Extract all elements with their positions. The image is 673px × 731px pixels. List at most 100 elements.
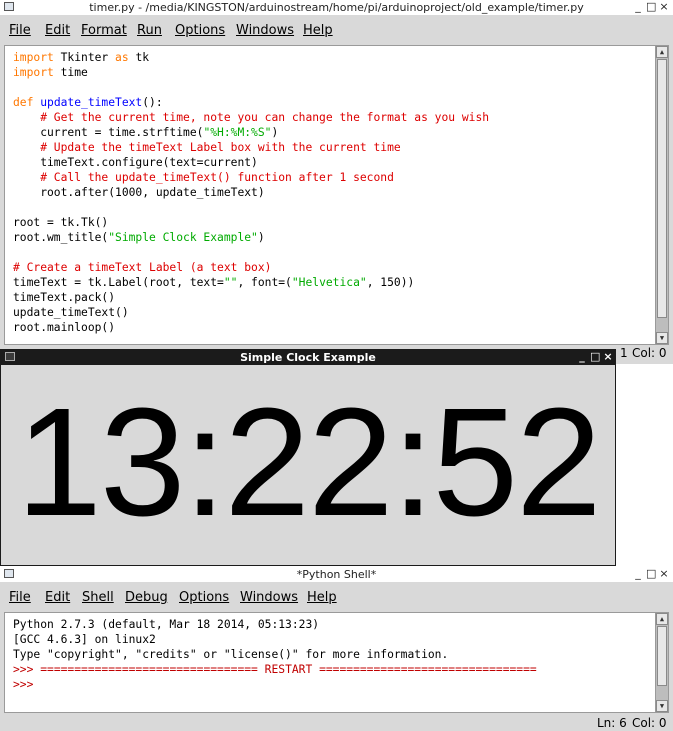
code-line-token: root = tk.Tk()	[13, 216, 109, 229]
minimize-icon[interactable]: _	[577, 350, 587, 364]
code-line-token: timeText.pack()	[13, 291, 116, 304]
close-icon[interactable]: ×	[659, 567, 669, 581]
code-line: timeText.configure(text=current)	[13, 155, 258, 170]
code-line-token: timeText = tk.Label(root, text=	[13, 276, 224, 289]
shell-line-token: Python 2.7.3 (default, Mar 18 2014, 05:1…	[13, 618, 320, 631]
code-line: # Create a timeText Label (a text box)	[13, 260, 271, 275]
editor-window-title: timer.py - /media/KINGSTON/arduinostream…	[89, 1, 584, 14]
menu-debug-label: Debug	[125, 590, 168, 605]
menu-help-label: Help	[307, 590, 337, 605]
shell-line-token: Type "copyright", "credits" or "license(…	[13, 648, 449, 661]
code-line-token: # Get the current time, note you can cha…	[13, 111, 490, 124]
shell-scroll-thumb[interactable]	[657, 626, 667, 686]
shell-titlebar[interactable]: *Python Shell* _ □ ×	[0, 567, 673, 582]
shell-line-token: >>>	[13, 678, 41, 691]
scroll-up-icon[interactable]: ▲	[656, 613, 668, 625]
menu-help-label: Help	[303, 23, 333, 38]
window-icon[interactable]	[4, 569, 14, 578]
editor-scrollbar[interactable]: ▲ ▼	[655, 46, 668, 344]
code-line-token: "Simple Clock Example"	[108, 231, 258, 244]
shell-line: >>> ================================ RES…	[13, 662, 537, 677]
code-line-token: root.wm_title(	[13, 231, 109, 244]
minimize-icon[interactable]: _	[633, 0, 643, 14]
code-line-token: import	[13, 51, 54, 64]
code-line-token: )	[257, 231, 265, 244]
code-line-token: , 150))	[366, 276, 415, 289]
shell-line-token: ================================ RESTART…	[40, 663, 537, 676]
scroll-up-icon[interactable]: ▲	[656, 46, 668, 58]
code-line-token: )	[271, 126, 279, 139]
code-line-token: root.mainloop()	[13, 321, 116, 334]
code-line: import time	[13, 65, 88, 80]
editor-line-status: 1	[620, 346, 628, 360]
code-line: root.after(1000, update_timeText)	[13, 185, 265, 200]
editor-col-status: Col: 0	[632, 346, 667, 360]
menu-shell-label: Shell	[82, 590, 114, 605]
window-icon[interactable]	[4, 2, 14, 11]
menu-options-label: Options	[179, 590, 230, 605]
code-line-token: root.after(1000, update_timeText)	[13, 186, 265, 199]
menu-file-label: File	[9, 23, 31, 38]
code-line: # Get the current time, note you can cha…	[13, 110, 489, 125]
shell-line-status: Ln: 6	[597, 716, 627, 730]
menu-edit-label: Edit	[45, 23, 71, 38]
code-line-token: update_timeText()	[13, 306, 129, 319]
code-line: # Update the timeText Label box with the…	[13, 140, 400, 155]
menu-run-label: Run	[137, 23, 162, 38]
code-line: current = time.strftime("%H:%M:%S")	[13, 125, 278, 140]
code-line-token: current = time.strftime(	[13, 126, 204, 139]
menu-windows-label: Windows	[236, 23, 295, 38]
code-line-token: as	[115, 51, 129, 64]
scroll-down-icon[interactable]: ▼	[656, 332, 668, 344]
shell-line-token: [GCC 4.6.3] on linux2	[13, 633, 156, 646]
clock-time-label: 13:22:52	[16, 376, 601, 548]
code-line-token: , font=(	[237, 276, 292, 289]
shell-line: [GCC 4.6.3] on linux2	[13, 632, 156, 647]
shell-line-token: >>>	[13, 663, 41, 676]
shell-line: Type "copyright", "credits" or "license(…	[13, 647, 448, 662]
minimize-icon[interactable]: _	[633, 567, 643, 581]
window-icon[interactable]	[5, 352, 15, 361]
close-icon[interactable]: ×	[603, 350, 613, 364]
clock-window: Simple Clock Example _ □ × 13:22:52	[0, 349, 616, 566]
shell-line: Python 2.7.3 (default, Mar 18 2014, 05:1…	[13, 617, 319, 632]
code-line: timeText.pack()	[13, 290, 115, 305]
code-line: update_timeText()	[13, 305, 129, 320]
clock-window-title: Simple Clock Example	[240, 351, 376, 364]
menu-windows-label: Windows	[240, 590, 299, 605]
editor-scroll-thumb[interactable]	[657, 59, 667, 318]
maximize-icon[interactable]: □	[646, 567, 656, 581]
scroll-down-icon[interactable]: ▼	[656, 700, 668, 712]
code-line-token: # Create a timeText Label (a text box)	[13, 261, 272, 274]
close-icon[interactable]: ×	[659, 0, 669, 14]
code-line-token: Tkinter	[53, 51, 116, 64]
shell-col-status: Col: 0	[632, 716, 667, 730]
code-line-token: ():	[142, 96, 163, 109]
shell-console[interactable]: ▲ ▼ Python 2.7.3 (default, Mar 18 2014, …	[4, 612, 669, 713]
maximize-icon[interactable]: □	[590, 350, 600, 364]
shell-scrollbar[interactable]: ▲ ▼	[655, 613, 668, 712]
code-line: import Tkinter as tk	[13, 50, 149, 65]
code-line-token: "%H:%M:%S"	[203, 126, 272, 139]
code-line-token: timeText.configure(text=current)	[13, 156, 258, 169]
code-line: # Call the update_timeText() function af…	[13, 170, 394, 185]
code-line: def update_timeText():	[13, 95, 163, 110]
code-editor[interactable]: ▲ ▼ import Tkinter as tk import time def u…	[4, 45, 669, 345]
code-line-token: time	[53, 66, 88, 79]
editor-window: timer.py - /media/KINGSTON/arduinostream…	[0, 0, 673, 364]
code-line: root.wm_title("Simple Clock Example")	[13, 230, 265, 245]
code-line-token: import	[13, 66, 54, 79]
code-line-token: tk	[128, 51, 150, 64]
shell-window: *Python Shell* _ □ × File Edit Shell Deb…	[0, 567, 673, 731]
code-line-token: # Call the update_timeText() function af…	[13, 171, 394, 184]
menu-file-label: File	[9, 590, 31, 605]
code-line-token: "Helvetica"	[291, 276, 367, 289]
menu-edit-label: Edit	[45, 590, 71, 605]
clock-titlebar[interactable]: Simple Clock Example _ □ ×	[1, 350, 615, 365]
menu-format-label: Format	[81, 23, 127, 38]
editor-titlebar[interactable]: timer.py - /media/KINGSTON/arduinostream…	[0, 0, 673, 15]
maximize-icon[interactable]: □	[646, 0, 656, 14]
shell-menubar: File Edit Shell Debug Options Windows He…	[0, 586, 673, 610]
code-line: timeText = tk.Label(root, text="", font=…	[13, 275, 414, 290]
menu-options-label: Options	[175, 23, 226, 38]
